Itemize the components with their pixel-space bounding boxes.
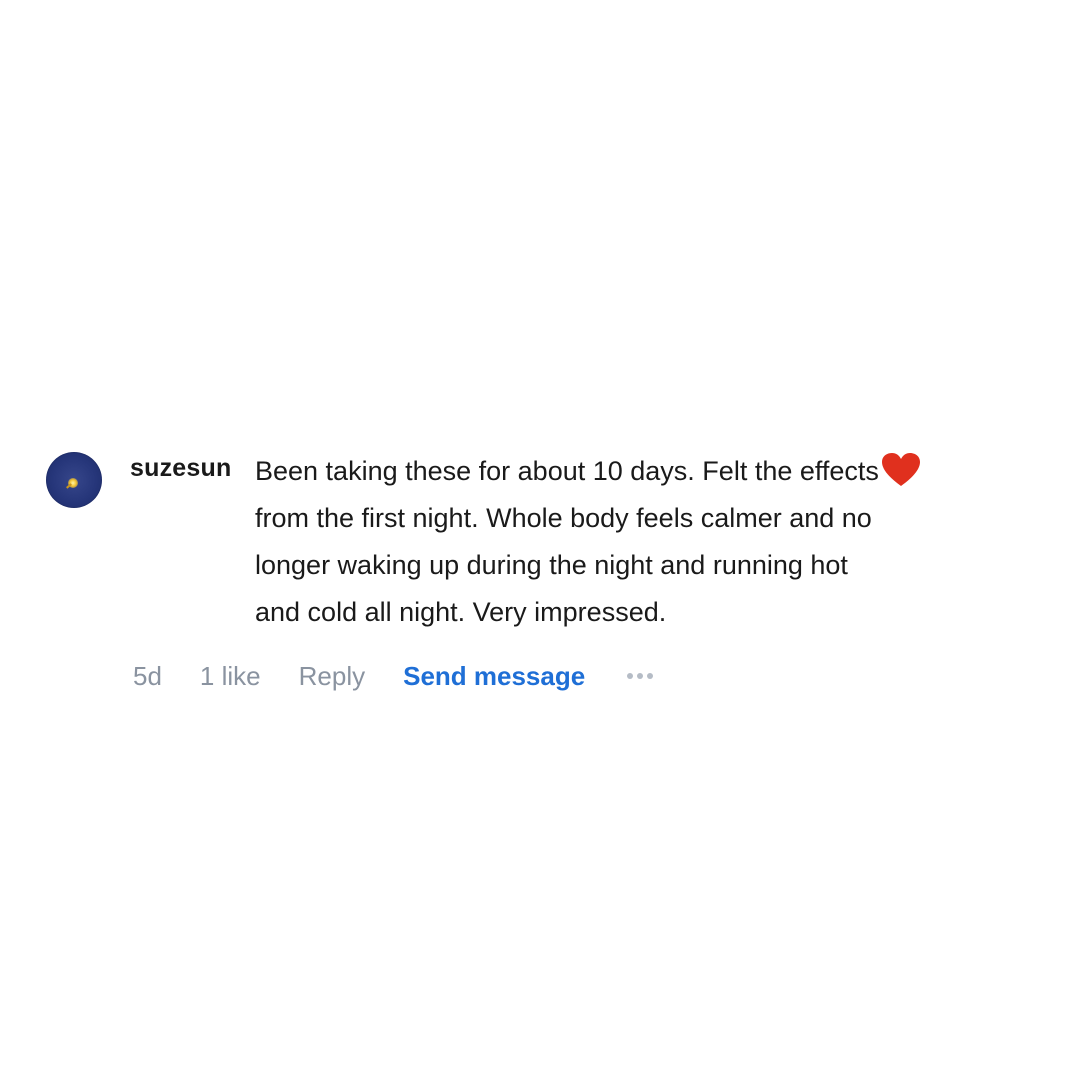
dot-icon — [647, 673, 654, 679]
reply-button[interactable]: Reply — [299, 661, 365, 692]
username[interactable]: suzesun — [130, 454, 231, 483]
comment-line: longer waking up during the night and ru… — [255, 550, 848, 580]
timestamp: 5d — [133, 660, 162, 691]
dot-icon — [627, 673, 634, 679]
comment-line: from the first night. Whole body feels c… — [255, 503, 872, 533]
more-options-icon[interactable] — [627, 673, 654, 679]
heart-icon — [881, 452, 920, 486]
comment-line: Been taking these for about 10 days. Fel… — [255, 448, 1045, 495]
likes-count[interactable]: 1 like — [200, 661, 261, 692]
dot-icon — [637, 673, 644, 679]
comment-text: Been taking these for about 10 days. Fel… — [255, 448, 1045, 636]
comment-line: and cold all night. Very impressed. — [255, 597, 667, 627]
avatar[interactable] — [46, 452, 102, 508]
comment-line-text: Been taking these for about 10 days. Fel… — [255, 456, 879, 486]
comment-actions: 5d 1 like Reply Send message — [133, 658, 654, 694]
send-message-button[interactable]: Send message — [403, 661, 585, 692]
